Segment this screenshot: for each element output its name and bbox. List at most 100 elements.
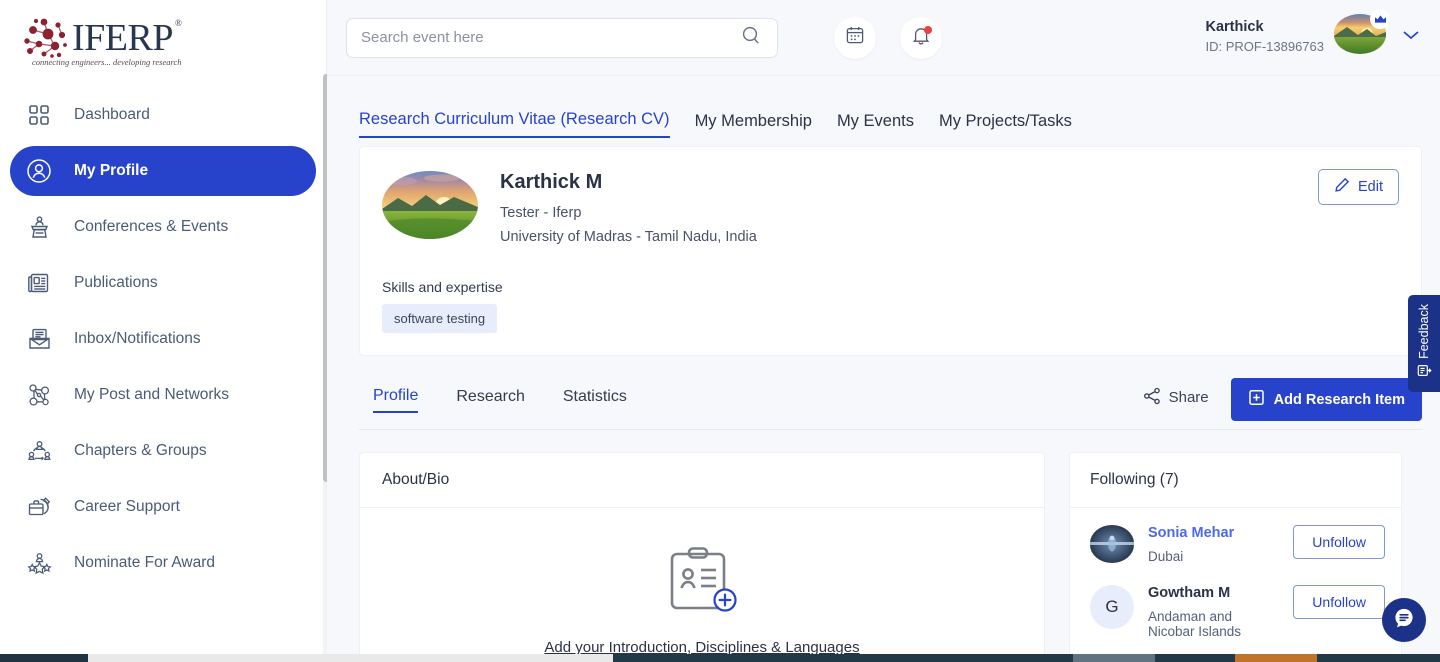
taskbar-segment xyxy=(88,654,613,662)
feedback-label: Feedback xyxy=(1417,304,1431,359)
following-person-name[interactable]: Sonia Mehar xyxy=(1148,525,1234,541)
sidebar-item-dashboard[interactable]: Dashboard xyxy=(10,90,316,140)
top-tab-bar: Research Curriculum Vitae (Research CV) … xyxy=(327,76,1440,138)
following-person-location: Andaman and Nicobar Islands xyxy=(1148,609,1279,639)
user-name: Karthick xyxy=(1205,18,1324,38)
user-id: ID: PROF-13896763 xyxy=(1205,38,1324,56)
os-taskbar xyxy=(0,654,1440,662)
following-avatar-initial: G xyxy=(1090,585,1134,629)
list-item: Sonia Mehar Dubai Unfollow xyxy=(1070,508,1401,568)
following-person-info: Sonia Mehar Dubai xyxy=(1148,525,1234,564)
taskbar-segment xyxy=(0,654,88,662)
user-menu[interactable]: Karthick ID: PROF-13896763 xyxy=(1205,14,1426,60)
subtab-statistics[interactable]: Statistics xyxy=(563,388,627,412)
id-card-add-icon xyxy=(664,546,740,625)
sidebar-item-career-support[interactable]: Career Support xyxy=(10,482,316,532)
tab-my-membership[interactable]: My Membership xyxy=(695,112,812,138)
feedback-tab[interactable]: Feedback xyxy=(1408,295,1440,392)
add-item-icon xyxy=(1248,389,1265,410)
brand-logo[interactable]: IFERP ® connecting engineers... developi… xyxy=(0,0,326,76)
profile-role: Tester - Iferp xyxy=(500,205,757,221)
user-circle-icon xyxy=(24,156,54,186)
sidebar-item-conferences-events[interactable]: Conferences & Events xyxy=(10,202,316,252)
sidebar-item-label: Publications xyxy=(74,274,158,292)
following-person-name[interactable]: Gowtham M xyxy=(1148,585,1279,601)
profile-sub-tab-bar: Profile Research Statistics Share Add Re… xyxy=(359,378,1422,430)
svg-text:®: ® xyxy=(175,18,182,28)
profile-avatar xyxy=(382,171,478,239)
notifications-button[interactable] xyxy=(900,17,942,59)
skill-chip: software testing xyxy=(382,304,497,333)
sidebar-item-my-post-and-networks[interactable]: My Post and Networks xyxy=(10,370,316,420)
taskbar-segment xyxy=(1317,654,1440,662)
profile-affiliation: University of Madras - Tamil Nadu, India xyxy=(500,229,757,245)
tab-research-cv[interactable]: Research Curriculum Vitae (Research CV) xyxy=(359,110,670,138)
briefcase-icon xyxy=(24,492,54,522)
skills-title: Skills and expertise xyxy=(382,279,1399,295)
sidebar-item-inbox-notifications[interactable]: Inbox/Notifications xyxy=(10,314,316,364)
sidebar-item-label: Nominate For Award xyxy=(74,554,215,572)
crown-icon xyxy=(1370,9,1390,29)
calendar-button[interactable] xyxy=(834,17,876,59)
avatar[interactable] xyxy=(1334,14,1386,60)
profile-name: Karthick M xyxy=(500,171,757,194)
search-input[interactable] xyxy=(361,29,741,46)
taskbar-segment xyxy=(613,654,1073,662)
pencil-icon xyxy=(1334,177,1350,197)
edit-profile-label: Edit xyxy=(1358,179,1383,195)
notification-dot xyxy=(924,26,932,34)
iferp-logo-icon: IFERP ® connecting engineers... developi… xyxy=(14,10,189,70)
share-label: Share xyxy=(1169,389,1209,406)
about-bio-card: About/Bio xyxy=(359,452,1045,662)
add-research-item-label: Add Research Item xyxy=(1274,392,1405,408)
tab-my-projects-tasks[interactable]: My Projects/Tasks xyxy=(939,112,1072,138)
sidebar-item-label: Conferences & Events xyxy=(74,218,228,236)
sidebar-nav: Dashboard My Profile Conferences & Event… xyxy=(0,76,326,588)
search-icon[interactable] xyxy=(741,25,761,50)
subtab-research[interactable]: Research xyxy=(456,388,524,412)
about-bio-title: About/Bio xyxy=(360,453,1044,508)
award-star-icon xyxy=(24,548,54,578)
sidebar-item-publications[interactable]: Publications xyxy=(10,258,316,308)
tab-my-events[interactable]: My Events xyxy=(837,112,914,138)
unfollow-button[interactable]: Unfollow xyxy=(1293,525,1385,559)
main-content: Research Curriculum Vitae (Research CV) … xyxy=(327,76,1440,662)
sidebar-item-nominate-for-award[interactable]: Nominate For Award xyxy=(10,538,316,588)
share-button[interactable]: Share xyxy=(1143,387,1209,413)
grid-icon xyxy=(24,100,54,130)
svg-text:IFERP: IFERP xyxy=(72,17,173,59)
chat-button[interactable] xyxy=(1382,598,1426,642)
edit-profile-button[interactable]: Edit xyxy=(1318,169,1399,205)
chat-bubble-icon xyxy=(1392,606,1416,635)
envelope-icon xyxy=(24,324,54,354)
subtab-profile[interactable]: Profile xyxy=(373,387,418,413)
sidebar-item-label: Inbox/Notifications xyxy=(74,330,201,348)
chevron-down-icon[interactable] xyxy=(1396,28,1426,46)
following-avatar xyxy=(1090,525,1134,563)
sidebar-item-label: Chapters & Groups xyxy=(74,442,207,460)
following-title: Following (7) xyxy=(1070,453,1401,508)
group-icon xyxy=(24,436,54,466)
search-box[interactable] xyxy=(346,18,778,58)
user-info: Karthick ID: PROF-13896763 xyxy=(1205,18,1324,55)
profile-content-row: About/Bio xyxy=(359,452,1422,662)
profile-identity: Karthick M Tester - Iferp University of … xyxy=(382,171,1399,253)
following-card: Following (7) xyxy=(1069,452,1402,662)
following-person-location: Dubai xyxy=(1148,549,1234,564)
unfollow-button[interactable]: Unfollow xyxy=(1293,585,1385,619)
taskbar-segment xyxy=(1073,654,1155,662)
sidebar: IFERP ® connecting engineers... developi… xyxy=(0,0,327,662)
share-icon xyxy=(1143,387,1161,409)
list-item: G Gowtham M Andaman and Nicobar Islands … xyxy=(1070,568,1401,643)
add-research-item-button[interactable]: Add Research Item xyxy=(1231,378,1422,421)
feedback-form-icon xyxy=(1417,363,1432,383)
sidebar-item-chapters-groups[interactable]: Chapters & Groups xyxy=(10,426,316,476)
taskbar-segment xyxy=(1235,654,1317,662)
sidebar-item-my-profile[interactable]: My Profile xyxy=(10,146,316,196)
profile-text: Karthick M Tester - Iferp University of … xyxy=(500,171,757,253)
podium-icon xyxy=(24,212,54,242)
top-header: Karthick ID: PROF-13896763 xyxy=(327,0,1440,76)
calendar-icon xyxy=(845,25,865,50)
svg-text:connecting engineers... develo: connecting engineers... developing resea… xyxy=(32,57,182,67)
sidebar-item-label: Career Support xyxy=(74,498,180,516)
